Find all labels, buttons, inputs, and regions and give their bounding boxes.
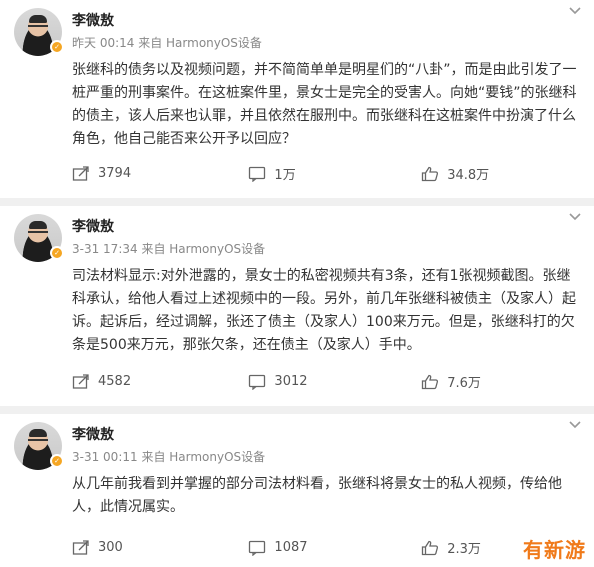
like-count: 34.8万 [447,168,490,183]
verified-badge-icon: ✓ [50,40,64,54]
chevron-down-icon[interactable] [568,418,582,434]
post-content: 司法材料显示:对外泄露的，景女士的私密视频共有3条，还有1张视频截图。张继科承认… [72,268,576,353]
author-name[interactable]: 李微敖 [72,10,114,30]
chevron-down-icon[interactable] [568,210,582,226]
author-name[interactable]: 李微敖 [72,216,114,236]
verified-badge-icon: ✓ [50,246,64,260]
repost-count: 3794 [98,166,132,181]
post-card[interactable]: ✓ 李微敖 昨天 00:14 来自 HarmonyOS设备 张继科的债务以及视频… [0,0,594,198]
comment-button[interactable]: 1087 [248,540,421,556]
repost-icon [72,539,89,555]
post-actions: 3794 1万 34.8万 [72,164,594,183]
comment-icon [249,374,266,390]
comment-count: 3012 [274,374,308,389]
repost-icon [72,165,89,181]
repost-icon [72,373,89,389]
post-card[interactable]: ✓ 李微敖 3-31 17:34 来自 HarmonyOS设备 司法材料显示:对… [0,206,594,406]
post-card[interactable]: ✓ 李微敖 3-31 00:11 来自 HarmonyOS设备 从几年前我看到并… [0,414,594,567]
post-actions: 4582 3012 7.6万 [72,372,594,391]
thumbs-up-icon [422,166,439,181]
post-meta: 3-31 17:34 来自 HarmonyOS设备 [72,242,266,256]
post-meta: 昨天 00:14 来自 HarmonyOS设备 [72,36,262,50]
post-content: 从几年前我看到并掌握的部分司法材料看，张继科将景女士的私人视频，传给他人，此情况… [72,476,562,515]
comment-count: 1万 [274,168,296,183]
like-count: 2.3万 [447,542,481,557]
watermark-logo: 有新游 [523,538,586,562]
like-count: 7.6万 [447,376,481,391]
repost-button[interactable]: 300 [72,539,248,556]
comment-button[interactable]: 3012 [248,374,421,390]
comment-icon [249,166,266,182]
comment-count: 1087 [274,540,308,555]
repost-button[interactable]: 4582 [72,373,248,390]
repost-count: 4582 [98,374,132,389]
post-actions: 300 1087 2.3万 [72,538,594,557]
verified-badge-icon: ✓ [50,454,64,468]
like-button[interactable]: 34.8万 [421,164,594,183]
repost-count: 300 [98,540,123,555]
comment-icon [249,540,266,556]
post-content: 张继科的债务以及视频问题，并不简简单单是明星们的“八卦”，而是由此引发了一桩严重… [72,62,577,147]
repost-button[interactable]: 3794 [72,165,248,182]
like-button[interactable]: 7.6万 [421,372,594,391]
chevron-down-icon[interactable] [568,4,582,20]
thumbs-up-icon [422,374,439,389]
thumbs-up-icon [422,540,439,555]
author-name[interactable]: 李微敖 [72,424,114,444]
comment-button[interactable]: 1万 [248,164,421,183]
post-meta: 3-31 00:11 来自 HarmonyOS设备 [72,450,266,464]
